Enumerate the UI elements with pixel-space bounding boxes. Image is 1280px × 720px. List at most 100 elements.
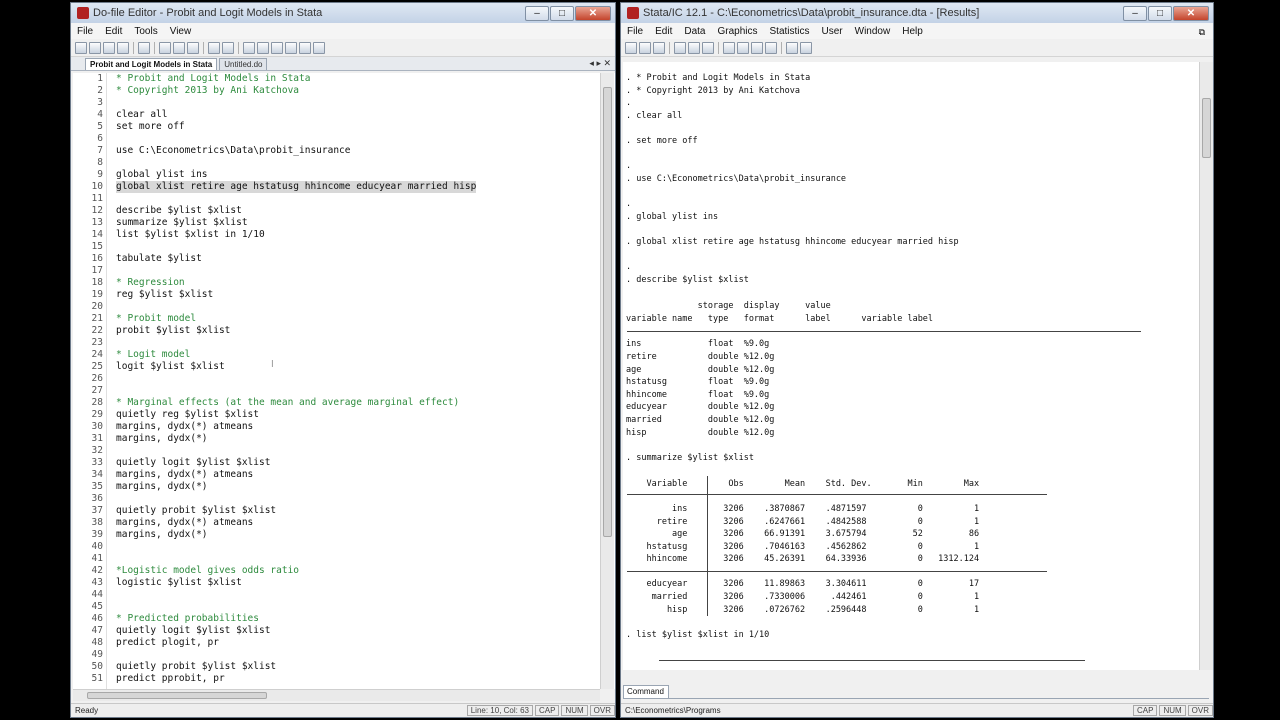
code-line[interactable]: 39 margins, dydx(*) bbox=[73, 529, 615, 541]
redo-icon[interactable] bbox=[222, 41, 234, 54]
code-line[interactable]: 48 predict plogit, pr bbox=[73, 637, 615, 649]
command-tab[interactable]: Command bbox=[623, 685, 669, 699]
stata-menu-edit[interactable]: Edit bbox=[655, 26, 672, 37]
do-execute-icon[interactable] bbox=[313, 41, 325, 54]
code-line[interactable]: 51 predict pprobit, pr bbox=[73, 673, 615, 685]
code-line[interactable]: 50 quietly probit $ylist $xlist bbox=[73, 661, 615, 673]
editor-horizontal-scrollbar[interactable] bbox=[73, 689, 600, 701]
code-line[interactable]: 14 list $ylist $xlist in 1/10 bbox=[73, 229, 615, 241]
code-line[interactable]: 11 bbox=[73, 193, 615, 205]
code-line[interactable]: 17 bbox=[73, 265, 615, 277]
run-icon[interactable] bbox=[299, 41, 311, 54]
code-line[interactable]: 26 bbox=[73, 373, 615, 385]
code-editor[interactable]: 1 * Probit and Logit Models in Stata 2 * Co… bbox=[73, 73, 615, 689]
code-line[interactable]: 12 describe $ylist $xlist bbox=[73, 205, 615, 217]
shift-right-icon[interactable] bbox=[271, 41, 283, 54]
code-line[interactable]: 9 global ylist ins bbox=[73, 169, 615, 181]
dofile-menu-file[interactable]: File bbox=[77, 26, 93, 37]
break-icon[interactable] bbox=[800, 41, 812, 54]
code-line[interactable]: 32 bbox=[73, 445, 615, 457]
save-icon[interactable] bbox=[103, 41, 115, 54]
print-icon[interactable] bbox=[653, 41, 665, 54]
data-browser-icon[interactable] bbox=[751, 41, 763, 54]
code-line[interactable]: 43 logistic $ylist $xlist bbox=[73, 577, 615, 589]
stata-menu-graphics[interactable]: Graphics bbox=[717, 26, 757, 37]
dofile-titlebar[interactable]: Do-file Editor - Probit and Logit Models… bbox=[71, 3, 615, 23]
stata-menu-statistics[interactable]: Statistics bbox=[770, 26, 810, 37]
cut-icon[interactable] bbox=[159, 41, 171, 54]
code-line[interactable]: 8 bbox=[73, 157, 615, 169]
log-icon[interactable] bbox=[674, 41, 686, 54]
open-folder-icon[interactable] bbox=[625, 41, 637, 54]
minimize-button[interactable]: – bbox=[1123, 5, 1147, 21]
maximize-button[interactable]: □ bbox=[1148, 5, 1172, 21]
editor-vscroll-thumb[interactable] bbox=[603, 87, 612, 537]
code-line[interactable]: 44 bbox=[73, 589, 615, 601]
new-file-icon[interactable] bbox=[75, 41, 87, 54]
code-line[interactable]: 40 bbox=[73, 541, 615, 553]
find-icon[interactable] bbox=[138, 41, 150, 54]
code-line[interactable]: 49 bbox=[73, 649, 615, 661]
restore-pane-icon[interactable]: ⧉ bbox=[1199, 27, 1205, 38]
code-line[interactable]: 38 margins, dydx(*) atmeans bbox=[73, 517, 615, 529]
print-icon[interactable] bbox=[117, 41, 129, 54]
code-line[interactable]: 7 use C:\Econometrics\Data\probit_insuran… bbox=[73, 145, 615, 157]
code-line[interactable]: 25 logit $ylist $xlist bbox=[73, 361, 615, 373]
variables-manager-icon[interactable] bbox=[765, 41, 777, 54]
show-file-icon[interactable] bbox=[285, 41, 297, 54]
open-folder-icon[interactable] bbox=[89, 41, 101, 54]
save-icon[interactable] bbox=[639, 41, 651, 54]
code-line[interactable]: 24 * Logit model bbox=[73, 349, 615, 361]
code-line[interactable]: 5 set more off bbox=[73, 121, 615, 133]
code-line[interactable]: 28 * Marginal effects (at the mean and av… bbox=[73, 397, 615, 409]
code-line[interactable]: 16 tabulate $ylist bbox=[73, 253, 615, 265]
stata-menu-data[interactable]: Data bbox=[684, 26, 705, 37]
stata-menu-help[interactable]: Help bbox=[902, 26, 923, 37]
dofile-menu-tools[interactable]: Tools bbox=[134, 26, 157, 37]
code-line[interactable]: 47 quietly logit $ylist $xlist bbox=[73, 625, 615, 637]
minimize-button[interactable]: – bbox=[525, 5, 549, 21]
editor-vertical-scrollbar[interactable] bbox=[600, 73, 614, 689]
bookmark-icon[interactable] bbox=[243, 41, 255, 54]
code-line[interactable]: 2 * Copyright 2013 by Ani Katchova bbox=[73, 85, 615, 97]
code-line[interactable]: 46 * Predicted probabilities bbox=[73, 613, 615, 625]
dofile-menu-view[interactable]: View bbox=[170, 26, 192, 37]
tab-untitled[interactable]: Untitled.do bbox=[219, 58, 268, 70]
code-line[interactable]: 31 margins, dydx(*) bbox=[73, 433, 615, 445]
tab-controls[interactable]: ◂ ▸ ✕ bbox=[589, 58, 611, 69]
results-vertical-scrollbar[interactable] bbox=[1199, 62, 1213, 670]
copy-icon[interactable] bbox=[173, 41, 185, 54]
code-line[interactable]: 45 bbox=[73, 601, 615, 613]
code-line[interactable]: 15 bbox=[73, 241, 615, 253]
paste-icon[interactable] bbox=[187, 41, 199, 54]
code-line[interactable]: 23 bbox=[73, 337, 615, 349]
code-line[interactable]: 20 bbox=[73, 301, 615, 313]
dofile-menu-edit[interactable]: Edit bbox=[105, 26, 122, 37]
code-line[interactable]: 34 margins, dydx(*) atmeans bbox=[73, 469, 615, 481]
code-line[interactable]: 1 * Probit and Logit Models in Stata bbox=[73, 73, 615, 85]
code-line[interactable]: 27 bbox=[73, 385, 615, 397]
code-line[interactable]: 3 bbox=[73, 97, 615, 109]
code-line[interactable]: 4 clear all bbox=[73, 109, 615, 121]
shift-left-icon[interactable] bbox=[257, 41, 269, 54]
stata-menu-user[interactable]: User bbox=[822, 26, 843, 37]
code-line[interactable]: 29 quietly reg $ylist $xlist bbox=[73, 409, 615, 421]
code-line[interactable]: 10 global xlist retire age hstatusg hhinc… bbox=[73, 181, 615, 193]
code-line[interactable]: 37 quietly probit $ylist $xlist bbox=[73, 505, 615, 517]
maximize-button[interactable]: □ bbox=[550, 5, 574, 21]
close-button[interactable]: ✕ bbox=[1173, 5, 1209, 21]
code-line[interactable]: 41 bbox=[73, 553, 615, 565]
more-icon[interactable] bbox=[786, 41, 798, 54]
do-file-editor-icon[interactable] bbox=[723, 41, 735, 54]
tab-probit-logit[interactable]: Probit and Logit Models in Stata bbox=[85, 58, 218, 70]
stata-menu-window[interactable]: Window bbox=[855, 26, 891, 37]
viewer-icon[interactable] bbox=[688, 41, 700, 54]
data-editor-icon[interactable] bbox=[737, 41, 749, 54]
results-vscroll-thumb[interactable] bbox=[1202, 98, 1211, 158]
editor-hscroll-thumb[interactable] bbox=[87, 692, 267, 699]
close-button[interactable]: ✕ bbox=[575, 5, 611, 21]
code-line[interactable]: 35 margins, dydx(*) bbox=[73, 481, 615, 493]
code-line[interactable]: 22 probit $ylist $xlist bbox=[73, 325, 615, 337]
code-line[interactable]: 13 summarize $ylist $xlist bbox=[73, 217, 615, 229]
stata-titlebar[interactable]: Stata/IC 12.1 - C:\Econometrics\Data\pro… bbox=[621, 3, 1213, 23]
